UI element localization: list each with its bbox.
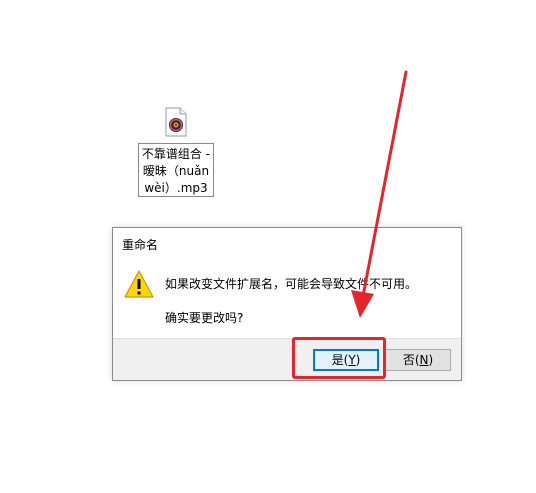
no-label-end: ) xyxy=(428,353,434,367)
file-name-label[interactable]: 不靠谱组合 - 暧昧（nuǎn wèi）.mp3 xyxy=(138,143,214,197)
file-name-line-2: 暧昧（nuǎn xyxy=(142,164,210,178)
dialog-title: 重命名 xyxy=(122,238,159,252)
file-name-line-1: 不靠谱组合 - xyxy=(141,147,211,161)
dialog-question: 确实要更改吗? xyxy=(165,311,244,325)
no-label-main: 否( xyxy=(402,353,420,367)
dialog-button-bar: 是(Y) 否(N) xyxy=(113,338,461,380)
annotation-highlight-box xyxy=(292,337,386,379)
rename-dialog: 重命名 如果改变文件扩展名，可能会导致文件不可用。 确实要更改吗? 是(Y) 否… xyxy=(112,227,462,381)
desktop-file-item[interactable]: 不靠谱组合 - 暧昧（nuǎn wèi）.mp3 xyxy=(137,107,217,199)
dialog-message: 如果改变文件扩展名，可能会导致文件不可用。 xyxy=(165,277,418,291)
warning-icon xyxy=(124,270,154,298)
file-name-line-3: wèi）.mp3 xyxy=(144,181,208,195)
audio-file-icon xyxy=(165,107,187,137)
no-button[interactable]: 否(N) xyxy=(385,349,451,371)
